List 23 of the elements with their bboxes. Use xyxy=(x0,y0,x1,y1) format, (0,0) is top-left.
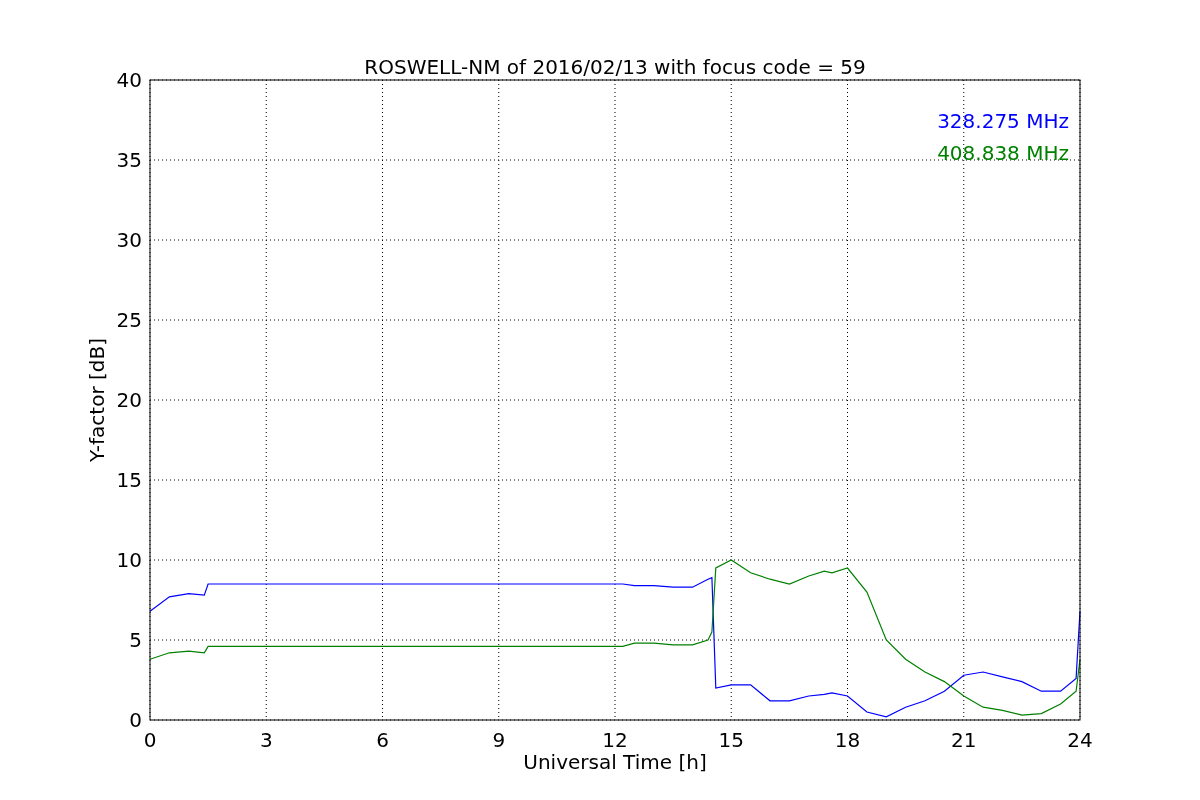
chart-title: ROSWELL-NM of 2016/02/13 with focus code = 59 xyxy=(364,55,866,79)
y-tick-label: 20 xyxy=(116,388,142,412)
x-tick-label: 0 xyxy=(143,728,157,752)
y-tick-label: 10 xyxy=(116,548,142,572)
x-tick-label: 12 xyxy=(602,728,628,752)
y-axis-label: Y-factor [dB] xyxy=(85,338,109,462)
y-tick-label: 15 xyxy=(116,468,142,492)
x-axis-label: Universal Time [h] xyxy=(523,750,707,774)
x-tick-label: 3 xyxy=(259,728,273,752)
y-tick-label: 25 xyxy=(116,308,142,332)
y-tick-label: 0 xyxy=(129,708,142,732)
legend-label: 328.275 MHz xyxy=(937,109,1069,133)
legend-label: 408.838 MHz xyxy=(937,141,1069,165)
y-tick-label: 30 xyxy=(116,228,142,252)
x-tick-label: 24 xyxy=(1067,728,1093,752)
x-tick-label: 6 xyxy=(376,728,389,752)
x-tick-label: 21 xyxy=(951,728,977,752)
x-tick-label: 18 xyxy=(834,728,861,752)
y-tick-label: 5 xyxy=(129,628,142,652)
x-tick-label: 15 xyxy=(718,728,744,752)
y-tick-label: 35 xyxy=(116,148,142,172)
y-tick-label: 40 xyxy=(116,68,142,92)
x-tick-label: 9 xyxy=(492,728,506,752)
